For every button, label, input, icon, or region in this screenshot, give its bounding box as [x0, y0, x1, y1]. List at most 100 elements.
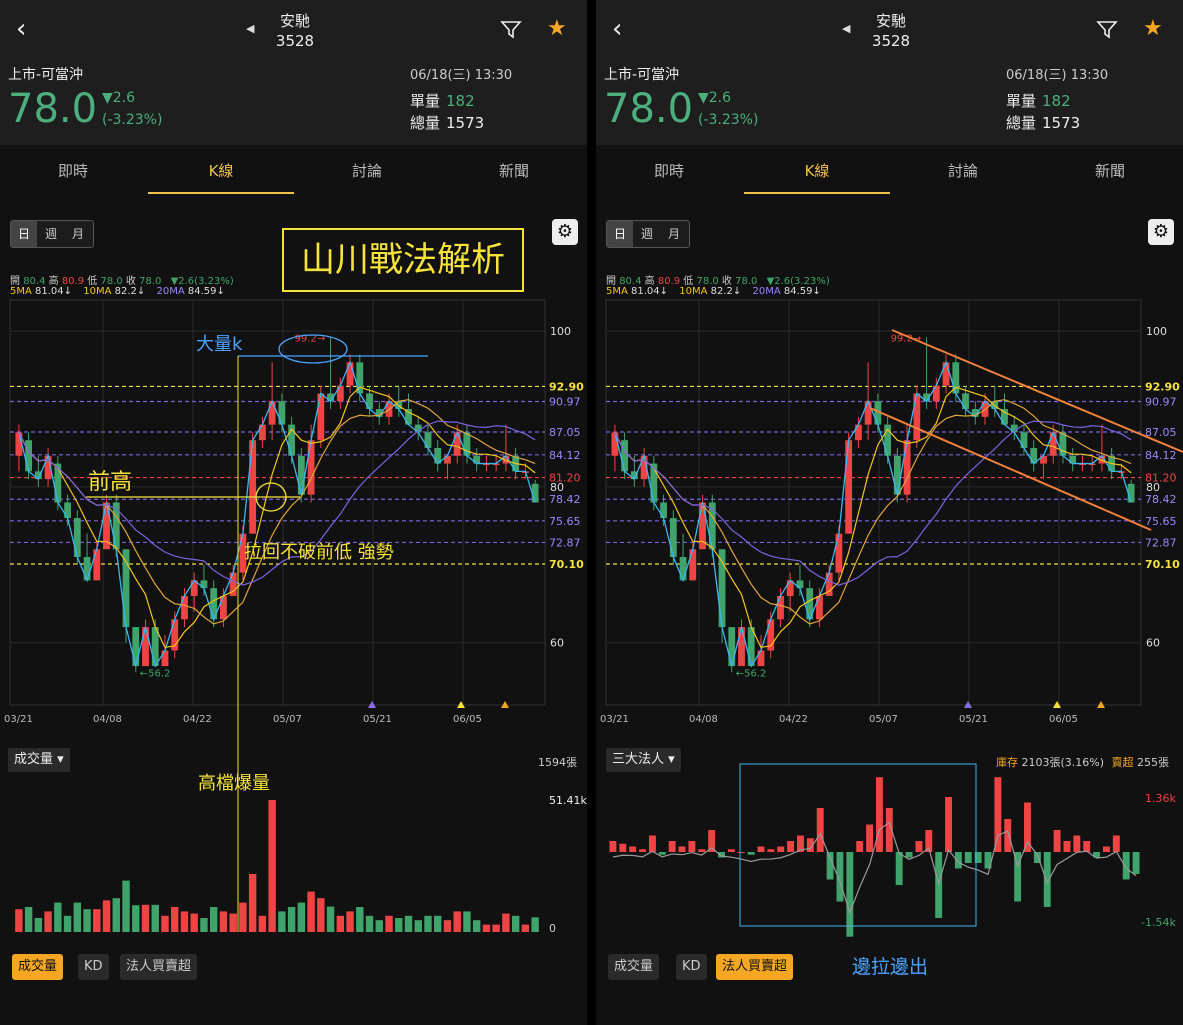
institutional-bar: [609, 841, 617, 852]
price-level-label: 70.10: [1145, 558, 1180, 571]
volume-bar: [112, 898, 120, 932]
y-axis-tick: 60: [1146, 637, 1160, 650]
volume-bar: [307, 891, 315, 932]
volume-bar: [73, 902, 82, 932]
volume-bar: [15, 909, 23, 932]
price-level-label: 90.97: [1145, 395, 1177, 408]
btn-volume[interactable]: 成交量: [608, 954, 660, 980]
candle-body: [669, 518, 677, 558]
volume-bar: [248, 874, 257, 932]
institutional-bar: [1053, 830, 1061, 852]
candle-body: [679, 557, 687, 581]
institutional-bar: [629, 846, 637, 852]
candle-body: [893, 455, 901, 495]
volume-bar: [375, 920, 383, 932]
x-axis-label: 05/21: [959, 714, 988, 725]
candle-body: [453, 432, 461, 456]
left-screen: ‹ ◀ 安馳 3528 ★ 上市-可當沖 06/18(三) 13:30 78.0…: [0, 0, 587, 1025]
volume-bar: [83, 909, 91, 932]
price-level-label: 90.97: [549, 395, 581, 408]
btn-kd[interactable]: KD: [78, 954, 109, 980]
btn-kd[interactable]: KD: [676, 954, 707, 980]
candle-body: [1020, 432, 1028, 448]
btn-institutional[interactable]: 法人買賣超: [716, 954, 794, 980]
indicator-dropdown[interactable]: 成交量 ▾: [8, 748, 70, 772]
candle-body: [621, 440, 629, 472]
volume-bar: [326, 906, 335, 932]
btn-volume[interactable]: 成交量: [12, 954, 64, 980]
price-level-label: 78.42: [1145, 493, 1177, 506]
x-axis-label: 04/22: [183, 714, 212, 725]
close-line: [18, 360, 536, 668]
candle-body: [777, 595, 784, 620]
price-level-label: 78.42: [549, 493, 581, 506]
candle-body: [903, 440, 911, 495]
institutional-bar: [964, 852, 972, 863]
candle-body: [854, 424, 862, 441]
volume-bar: [414, 920, 422, 932]
candle-body: [25, 440, 33, 472]
x-axis-label: 04/08: [689, 714, 718, 725]
candle-body: [699, 502, 706, 550]
candle-body: [942, 362, 950, 386]
volume-bar: [63, 915, 72, 932]
institutional-bar: [1132, 852, 1140, 874]
institutional-bar: [757, 846, 765, 852]
btn-institutional[interactable]: 法人買賣超: [120, 954, 198, 980]
indicator-dropdown[interactable]: 三大法人 ▾: [606, 748, 681, 772]
institutional-bar: [747, 852, 755, 855]
institutional-bar: [905, 852, 913, 858]
candle-body: [249, 440, 257, 534]
institutional-bar: [688, 841, 696, 852]
candle-body: [845, 440, 853, 534]
candle-body: [962, 393, 969, 410]
candle-body: [161, 650, 169, 667]
institutional-bar: [856, 841, 864, 852]
annotation-in-out: 邊拉邊出: [852, 956, 929, 978]
volume-bar: [482, 924, 491, 932]
institutional-bar: [994, 777, 1002, 852]
x-axis-label: 05/21: [363, 714, 392, 725]
candle-body: [366, 393, 373, 410]
annotation-pullback: 拉回不破前低 強勢: [244, 542, 394, 563]
volume-min: 0: [549, 922, 556, 935]
candle-body: [660, 502, 667, 519]
institutional-bar: [1073, 835, 1081, 852]
close-line: [614, 360, 1132, 668]
candle-body: [103, 502, 110, 550]
candle-body: [142, 627, 149, 667]
institutional-bar: [1102, 846, 1110, 852]
candle-body: [816, 595, 823, 620]
institutional-bar: [1004, 819, 1012, 852]
volume-bar: [346, 911, 354, 932]
price-level-label: 92.90: [1145, 380, 1180, 393]
institutional-bar: [1122, 852, 1130, 880]
volume-bar: [268, 800, 276, 932]
x-axis-label: 05/07: [869, 714, 898, 725]
candle-body: [64, 502, 71, 519]
volume-bar: [102, 900, 111, 932]
volume-bar: [122, 880, 130, 932]
volume-bar: [93, 909, 101, 932]
annotation-big-k: 大量k: [196, 334, 243, 355]
volume-bar: [434, 915, 442, 932]
x-axis-label: 05/07: [273, 714, 302, 725]
x-axis-label: 04/08: [93, 714, 122, 725]
low-mark: ←56.2: [140, 668, 171, 679]
candle-body: [1049, 432, 1057, 456]
candle-body: [757, 650, 765, 667]
institutional-bar: [954, 852, 962, 869]
y-axis-tick: 60: [550, 637, 564, 650]
kline-chart[interactable]: 03/21 04/08 04/22 05/07 05/21 06/05100806092.…: [0, 0, 587, 1025]
volume-bar: [219, 911, 228, 932]
volume-bar: [531, 917, 539, 932]
volume-bar: [161, 915, 169, 932]
candle-body: [181, 595, 188, 620]
kline-chart[interactable]: 03/21 04/08 04/22 05/07 05/21 06/05100806092.…: [596, 0, 1183, 1025]
institutional-bar: [1083, 841, 1091, 852]
institutional-bar: [708, 830, 716, 852]
volume-bar: [424, 915, 432, 932]
institutional-bar: [767, 849, 775, 852]
candle-body: [83, 557, 91, 581]
volume-bar: [511, 915, 520, 932]
